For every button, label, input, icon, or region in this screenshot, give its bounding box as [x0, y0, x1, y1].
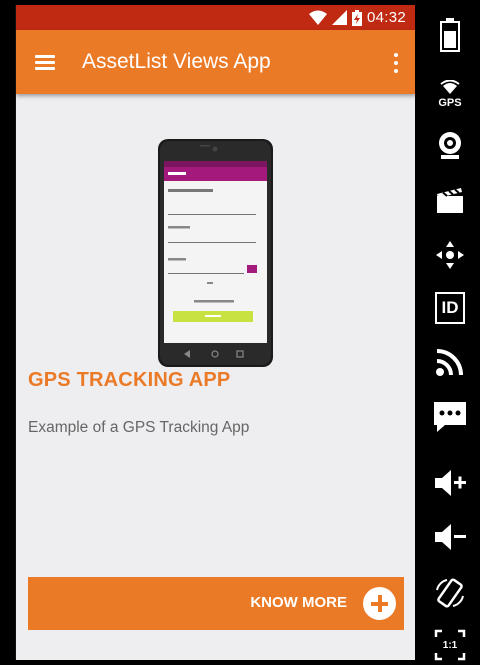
dpad-icon[interactable] — [430, 235, 470, 275]
volume-down-icon[interactable] — [430, 517, 470, 557]
rotate-icon[interactable] — [430, 573, 470, 613]
status-bar: 04:32 — [16, 5, 415, 30]
card-description: Example of a GPS Tracking App — [28, 419, 250, 436]
gps-icon[interactable]: GPS — [430, 74, 470, 114]
id-icon[interactable]: ID — [430, 288, 470, 328]
phone-screenshot-image — [158, 139, 273, 367]
plus-circle-icon — [363, 587, 396, 620]
know-more-button[interactable]: KNOW MORE — [28, 577, 404, 630]
status-icons: 04:32 — [308, 8, 406, 27]
emulator-side-panel: GPS ID 1:1 — [420, 0, 480, 665]
id-label: ID — [441, 298, 459, 317]
wifi-icon — [308, 10, 327, 25]
gps-label: GPS — [438, 96, 462, 109]
app-title: AssetList Views App — [82, 50, 271, 73]
camera-icon[interactable] — [430, 125, 470, 165]
know-more-label: KNOW MORE — [250, 594, 347, 611]
card-title: GPS TRACKING APP — [28, 369, 231, 391]
status-time: 04:32 — [366, 9, 406, 26]
signal-icon — [331, 10, 347, 25]
app-toolbar: AssetList Views App — [16, 30, 415, 94]
clapperboard-icon[interactable] — [430, 180, 470, 220]
message-icon[interactable] — [430, 397, 470, 437]
hamburger-menu-icon[interactable] — [32, 50, 58, 74]
fullscreen-icon[interactable]: 1:1 — [430, 625, 470, 665]
cast-icon[interactable] — [430, 342, 470, 382]
battery-charging-icon — [351, 9, 362, 26]
volume-up-icon[interactable] — [430, 463, 470, 503]
battery-icon[interactable] — [430, 15, 470, 55]
fullscreen-label: 1:1 — [442, 639, 458, 651]
device-screen: 04:32 AssetList Views App GPS TRACKING A… — [15, 5, 415, 660]
overflow-menu-icon[interactable] — [392, 52, 400, 74]
